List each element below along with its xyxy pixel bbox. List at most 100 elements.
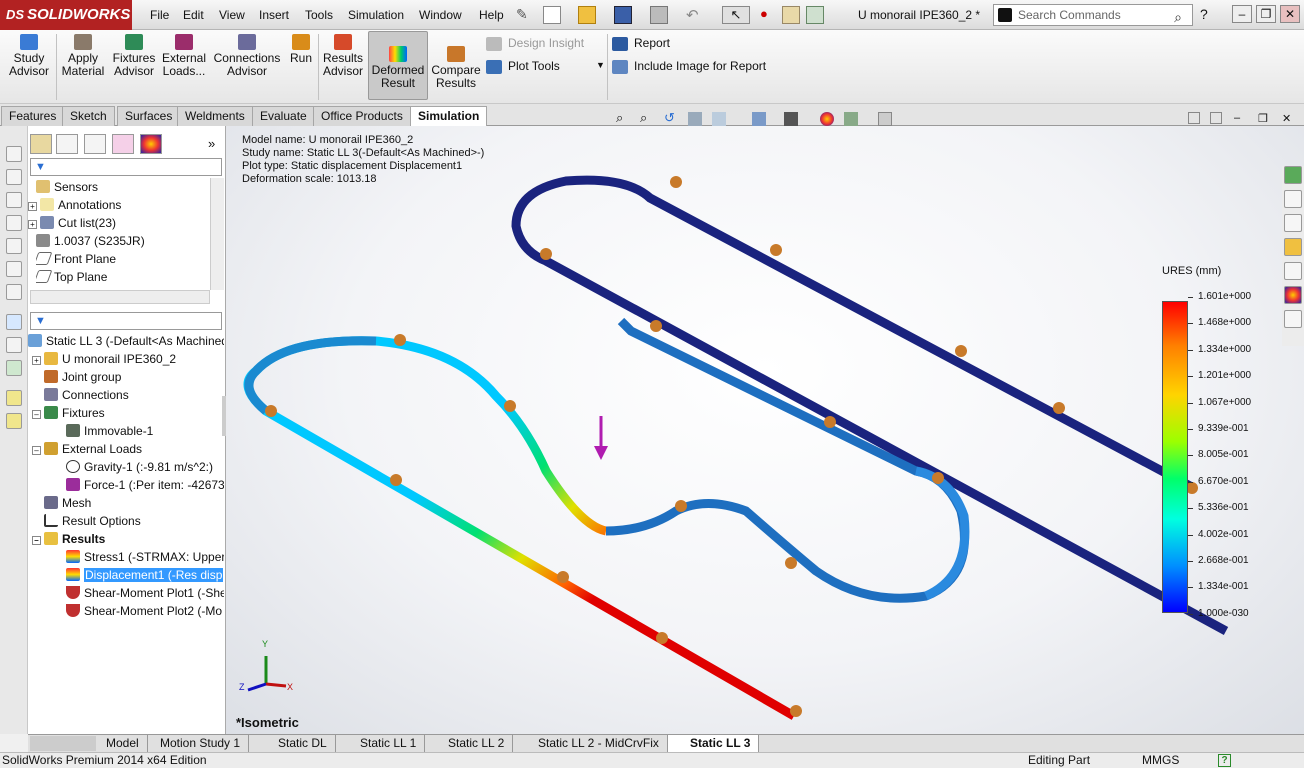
tree-item-cut-list[interactable]: + Cut list(23) — [28, 214, 224, 232]
tree-item-annotations[interactable]: + Annotations — [28, 196, 224, 214]
apply-material-button[interactable]: Apply Material — [60, 32, 106, 78]
simulation-filter-input[interactable]: ▼ — [30, 312, 222, 330]
select-arrow-icon[interactable]: ↖ — [722, 6, 750, 24]
tree-item-connections[interactable]: Connections — [44, 386, 224, 404]
tree-item-displacement[interactable]: Displacement1 (-Res disp — [66, 566, 224, 584]
tab-motion-study-1[interactable]: Motion Study 1 — [152, 735, 250, 752]
resources-icon[interactable] — [1284, 166, 1302, 184]
split-view-icon[interactable] — [1188, 112, 1200, 124]
save-icon[interactable] — [614, 6, 632, 24]
report-button[interactable]: Report — [612, 35, 670, 51]
tab-evaluate[interactable]: Evaluate — [252, 106, 315, 126]
monorail-model[interactable] — [226, 126, 1304, 734]
pin-icon[interactable]: ✎ — [516, 6, 534, 24]
appearances-icon[interactable] — [1284, 286, 1302, 304]
menu-window[interactable]: Window — [419, 0, 462, 30]
run-button[interactable]: Run — [286, 32, 316, 65]
menu-edit[interactable]: Edit — [183, 0, 204, 30]
sketch-tool-icon[interactable] — [6, 337, 22, 353]
tree-horizontal-scrollbar[interactable] — [30, 290, 210, 304]
tree-item-study[interactable]: Static LL 3 (-Default<As Machined>-) — [28, 332, 224, 350]
design-library-icon[interactable] — [1284, 214, 1302, 232]
tree-item-immovable[interactable]: Immovable-1 — [66, 422, 224, 440]
tree-item-part[interactable]: + U monorail IPE360_2 — [32, 350, 224, 368]
minimize-viewport-icon[interactable]: – — [1234, 112, 1240, 124]
tree-item-material[interactable]: 1.0037 (S235JR) — [36, 232, 224, 250]
tree-item-sensors[interactable]: Sensors — [36, 178, 224, 196]
tab-simulation[interactable]: Simulation — [410, 106, 488, 127]
dimxpert-tab-icon[interactable] — [112, 134, 134, 154]
tab-features[interactable]: Features — [1, 106, 65, 126]
tree-item-result-options[interactable]: Result Options — [44, 512, 224, 530]
tree-filter-input[interactable]: ▼ — [30, 158, 222, 176]
include-image-button[interactable]: Include Image for Report — [612, 58, 766, 74]
tab-static-dl[interactable]: Static DL — [250, 735, 336, 752]
custom-properties-icon[interactable] — [1284, 310, 1302, 328]
tree-item-shear-moment-2[interactable]: Shear-Moment Plot2 (-Mo — [66, 602, 224, 620]
menu-help[interactable]: Help — [479, 0, 504, 30]
tab-static-ll-1[interactable]: Static LL 1 — [334, 735, 426, 752]
tab-surfaces[interactable]: Surfaces — [117, 106, 181, 126]
restore-button[interactable]: ❐ — [1256, 5, 1276, 23]
units-selector[interactable]: MMGS — [1142, 753, 1179, 768]
sketch-tool-icon[interactable] — [6, 360, 22, 376]
file-explorer-icon[interactable] — [1284, 238, 1302, 256]
undo-icon[interactable]: ↶ — [686, 6, 704, 24]
compare-results-button[interactable]: Compare Results — [430, 32, 482, 90]
tree-item-stress[interactable]: Stress1 (-STRMAX: Upper b — [66, 548, 224, 566]
menu-tools[interactable]: Tools — [305, 0, 333, 30]
external-loads-button[interactable]: External Loads... — [160, 32, 208, 78]
tab-office-products[interactable]: Office Products — [313, 106, 411, 126]
dynamic-annotation-icon[interactable] — [712, 112, 726, 126]
view-palette-icon[interactable] — [1284, 262, 1302, 280]
minimize-button[interactable]: – — [1232, 5, 1252, 23]
connections-advisor-button[interactable]: Connections Advisor — [212, 32, 282, 78]
split-view-icon[interactable] — [1210, 112, 1222, 124]
feature-tree-tab-icon[interactable] — [30, 134, 52, 154]
search-icon[interactable]: ⌕ — [1174, 7, 1182, 27]
sketch-tool-icon[interactable] — [6, 192, 22, 208]
tab-weldments[interactable]: Weldments — [177, 106, 253, 126]
tree-item-force[interactable]: Force-1 (:Per item: -42673. — [66, 476, 224, 494]
edit-appearance-icon[interactable] — [820, 112, 834, 126]
new-document-icon[interactable] — [543, 6, 561, 24]
sketch-tool-icon[interactable] — [6, 238, 22, 254]
close-button[interactable]: ✕ — [1280, 5, 1300, 23]
tree-item-top-plane[interactable]: Top Plane — [36, 268, 224, 286]
fixtures-advisor-button[interactable]: Fixtures Advisor — [110, 32, 158, 78]
tab-static-ll-2-midcrvfix[interactable]: Static LL 2 - MidCrvFix — [512, 735, 668, 752]
sketch-tool-icon[interactable] — [6, 169, 22, 185]
tree-vertical-scrollbar[interactable] — [210, 178, 224, 290]
tab-model[interactable]: Model — [98, 735, 148, 752]
display-style-icon[interactable] — [784, 112, 798, 126]
sketch-tool-icon[interactable] — [6, 314, 22, 330]
property-manager-tab-icon[interactable] — [56, 134, 78, 154]
sketch-tool-icon[interactable] — [6, 413, 22, 429]
search-input[interactable]: Search Commands ⌕ — [993, 4, 1193, 26]
tree-item-front-plane[interactable]: Front Plane — [36, 250, 224, 268]
deformed-result-button[interactable]: Deformed Result — [368, 31, 428, 100]
menu-view[interactable]: View — [219, 0, 245, 30]
help-icon[interactable]: ? — [1200, 6, 1218, 24]
tree-item-fixtures[interactable]: – Fixtures — [32, 404, 224, 422]
sketch-tool-icon[interactable] — [6, 284, 22, 300]
previous-view-icon[interactable]: ↺ — [664, 110, 675, 126]
configuration-manager-tab-icon[interactable] — [84, 134, 106, 154]
tree-item-results[interactable]: – Results — [32, 530, 224, 548]
open-folder-icon[interactable] — [578, 6, 596, 24]
print-icon[interactable] — [650, 6, 668, 24]
solidworks-logo[interactable]: DS SOLIDWORKS — [0, 0, 132, 30]
sketch-tool-icon[interactable] — [6, 215, 22, 231]
menu-simulation[interactable]: Simulation — [348, 0, 404, 30]
zoom-to-fit-icon[interactable]: ⌕ — [616, 110, 623, 126]
view-settings-icon[interactable] — [878, 112, 892, 126]
tab-sketch[interactable]: Sketch — [62, 106, 115, 126]
tree-item-gravity[interactable]: Gravity-1 (:-9.81 m/s^2:) — [66, 458, 224, 476]
file-properties-icon[interactable] — [806, 6, 824, 24]
close-viewport-icon[interactable]: ✕ — [1282, 112, 1291, 125]
sketch-tool-icon[interactable] — [6, 146, 22, 162]
options-icon[interactable] — [782, 6, 800, 24]
study-advisor-button[interactable]: Study Advisor — [6, 32, 52, 78]
tree-item-shear-moment-1[interactable]: Shear-Moment Plot1 (-She — [66, 584, 224, 602]
tree-item-joint-group[interactable]: Joint group — [44, 368, 224, 386]
